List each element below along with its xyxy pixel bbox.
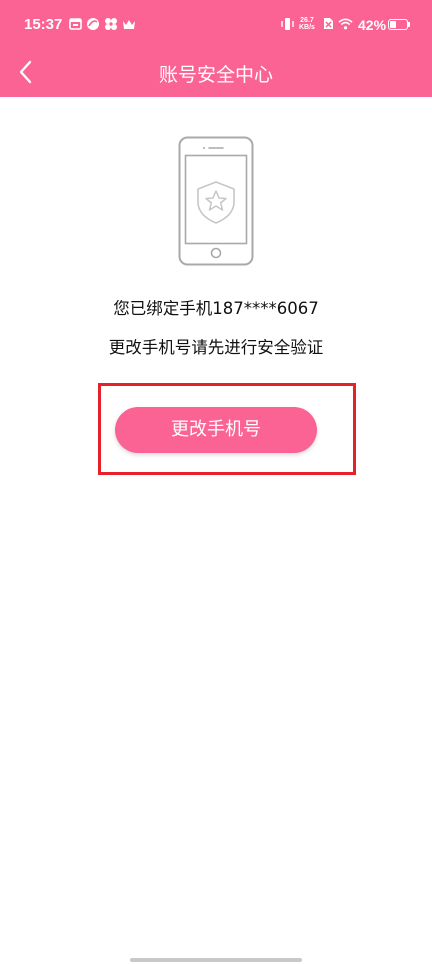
battery-level — [390, 21, 396, 28]
network-speed-value: 26.7 — [300, 17, 314, 24]
change-phone-button[interactable]: 更改手机号 — [115, 407, 317, 453]
bound-prefix: 您已绑定手机 — [113, 299, 213, 318]
nav-bar: 账号安全中心 — [0, 48, 432, 97]
page-title: 账号安全中心 — [158, 64, 273, 86]
calendar-icon — [68, 16, 83, 31]
wifi-icon — [338, 16, 353, 31]
home-indicator[interactable] — [130, 958, 302, 962]
app-icon — [85, 16, 100, 31]
app-header: 15:37 26.7 KB/s 42% 账号安全中心 — [0, 0, 432, 97]
status-time: 15:37 — [24, 16, 63, 33]
battery-tip — [408, 22, 410, 27]
masked-phone-number: 187****6067 — [212, 299, 319, 318]
network-speed-unit: KB/s — [299, 24, 315, 31]
network-speed: 26.7 KB/s — [299, 17, 315, 31]
sim-off-icon — [321, 16, 336, 31]
battery-percent: 42% — [358, 17, 387, 33]
crown-icon — [121, 16, 136, 31]
phone-shield-star-icon — [178, 136, 254, 266]
battery-icon — [388, 19, 408, 30]
flower-icon — [103, 16, 118, 31]
status-bar: 15:37 26.7 KB/s 42% — [0, 0, 432, 48]
verify-notice: 更改手机号请先进行安全验证 — [108, 338, 324, 357]
vibrate-icon — [280, 16, 295, 31]
bound-phone-text: 您已绑定手机187****6067 — [0, 295, 432, 319]
